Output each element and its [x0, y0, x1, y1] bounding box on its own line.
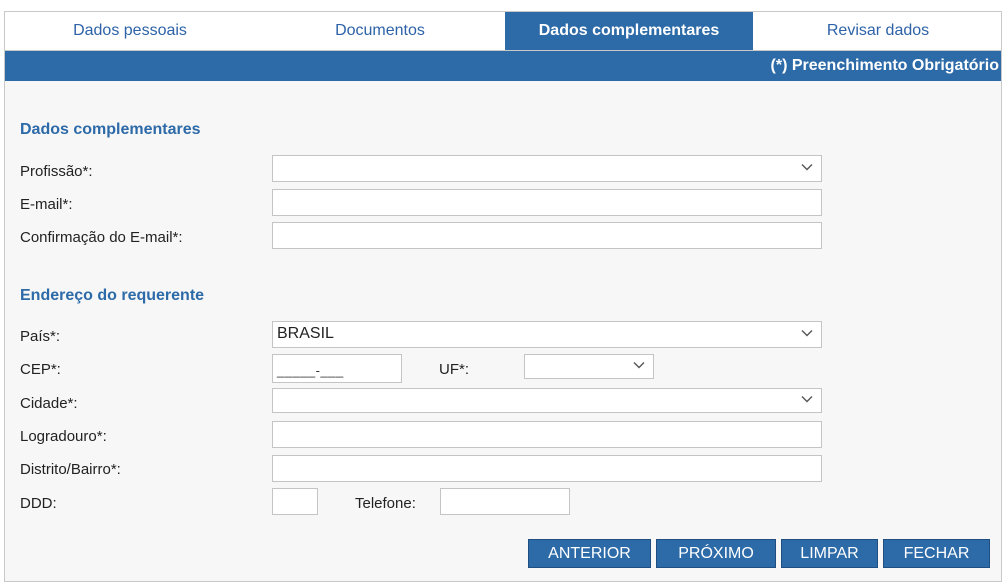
- section-title-dados-complementares: Dados complementares: [20, 121, 201, 138]
- bairro-field[interactable]: [272, 455, 822, 482]
- cidade-select[interactable]: [272, 388, 822, 413]
- ddd-field[interactable]: [272, 488, 318, 515]
- telefone-label: Telefone:: [355, 495, 416, 512]
- required-note: (*) Preenchimento Obrigatório: [770, 57, 999, 74]
- tab-revisar-dados[interactable]: Revisar dados: [753, 12, 1003, 50]
- email-confirm-field[interactable]: [272, 222, 822, 249]
- cep-field[interactable]: _____-___: [272, 354, 402, 383]
- cidade-label: Cidade*:: [20, 395, 78, 412]
- pais-label: País*:: [20, 328, 61, 345]
- chevron-down-icon: [801, 164, 813, 171]
- tab-dados-pessoais[interactable]: Dados pessoais: [5, 12, 255, 50]
- chevron-down-icon: [801, 396, 813, 403]
- limpar-button[interactable]: LIMPAR: [781, 539, 878, 568]
- profissao-label: Profissão*:: [20, 163, 93, 180]
- ddd-label: DDD:: [20, 495, 57, 512]
- section-title-endereco: Endereço do requerente: [20, 287, 205, 304]
- anterior-button[interactable]: ANTERIOR: [528, 539, 651, 568]
- logradouro-field[interactable]: [272, 421, 822, 448]
- logradouro-label: Logradouro*:: [20, 428, 107, 445]
- fechar-button[interactable]: FECHAR: [883, 539, 990, 568]
- uf-label: UF*:: [439, 361, 469, 378]
- pais-select[interactable]: BRASIL: [272, 321, 822, 348]
- pais-value: BRASIL: [277, 325, 334, 342]
- cep-label: CEP*:: [20, 361, 61, 378]
- telefone-field[interactable]: [440, 488, 570, 515]
- chevron-down-icon: [633, 362, 645, 369]
- tab-dados-complementares[interactable]: Dados complementares: [505, 12, 753, 50]
- proximo-button[interactable]: PRÓXIMO: [656, 539, 776, 568]
- email-confirm-label: Confirmação do E-mail*:: [20, 229, 183, 246]
- chevron-down-icon: [801, 330, 813, 337]
- email-label: E-mail*:: [20, 196, 73, 213]
- bairro-label: Distrito/Bairro*:: [20, 461, 121, 478]
- required-note-bar: (*) Preenchimento Obrigatório: [5, 51, 1001, 81]
- uf-select[interactable]: [524, 354, 654, 379]
- profissao-select[interactable]: [272, 155, 822, 182]
- email-field[interactable]: [272, 189, 822, 216]
- form-panel: Dados pessoais Documentos Dados compleme…: [4, 11, 1002, 582]
- tab-bar: Dados pessoais Documentos Dados compleme…: [5, 12, 1001, 51]
- cep-mask: _____-___: [277, 363, 344, 378]
- tab-documentos[interactable]: Documentos: [255, 12, 505, 50]
